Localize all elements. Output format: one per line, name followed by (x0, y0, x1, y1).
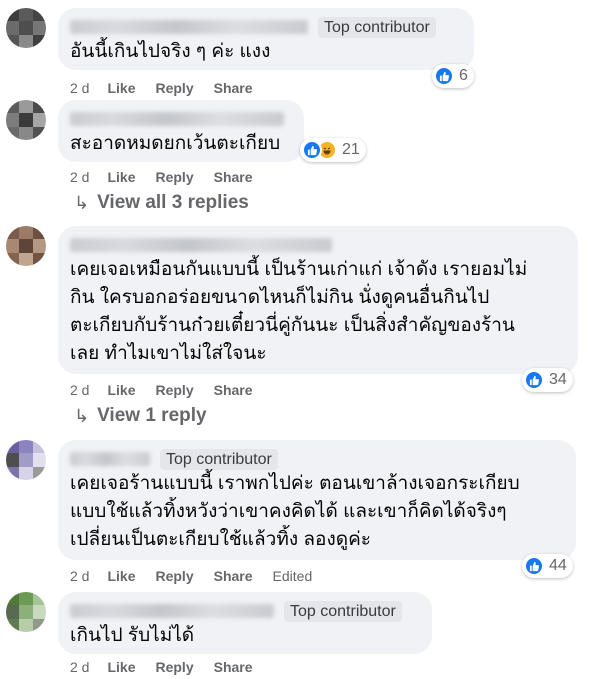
comment-text: เคยเจอเหมือนกันแบบนี้ เป็นร้านเก่าแก่ เจ… (70, 259, 528, 280)
top-contributor-badge: Top contributor (160, 448, 278, 470)
reply-button[interactable]: Reply (155, 168, 193, 186)
share-button[interactable]: Share (214, 168, 253, 186)
avatar[interactable] (6, 226, 46, 266)
view-replies-label: View 1 reply (97, 405, 207, 426)
like-icon (434, 66, 454, 86)
top-contributor-badge: Top contributor (318, 16, 436, 38)
comment-actions: 2 d Like Reply Share (70, 79, 273, 97)
author-name[interactable] (70, 20, 308, 34)
like-icon (524, 556, 544, 576)
comment-text: เปลี่ยนเป็นตะเกียบใช้แล้วทิ้ง ลองดูค่ะ (70, 529, 371, 550)
reaction-count: 21 (342, 141, 360, 158)
comment-text: แบบใช้แล้วทิ้งหวังว่าเขาคงคิดได้ และเขาก… (70, 501, 507, 522)
comment-text: เกินไป รับไม่ได้ (70, 625, 195, 646)
top-contributor-badge: Top contributor (284, 600, 402, 622)
reply-arrow-icon: ↳ (74, 192, 90, 213)
comment-text: สะอาดหมดยกเว้นตะเกียบ (70, 133, 281, 154)
share-button[interactable]: Share (214, 567, 253, 585)
reply-button[interactable]: Reply (155, 381, 193, 399)
share-button[interactable]: Share (214, 79, 253, 97)
comment-text: เคยเจอร้านแบบนี้ เราพกไปค่ะ ตอนเขาล้างเจ… (70, 473, 520, 494)
comment-bubble: Top contributor อันนี้เกินไปจริง ๆ ค่ะ แ… (58, 8, 474, 70)
share-button[interactable]: Share (214, 658, 253, 676)
comment-bubble: เคยเจอเหมือนกันแบบนี้ เป็นร้านเก่าแก่ เจ… (58, 226, 578, 374)
reaction-summary[interactable]: 21 (300, 138, 366, 162)
reaction-count: 34 (549, 371, 567, 388)
reaction-count: 6 (459, 67, 468, 84)
reply-button[interactable]: Reply (155, 567, 193, 585)
comment-text: อันนี้เกินไปจริง ๆ ค่ะ แงง (70, 41, 271, 62)
comment-actions: 2 d Like Reply Share Edited (70, 567, 312, 585)
comment-actions: 2 d Like Reply Share (70, 658, 273, 676)
comment-text: กิน ใครบอกอร่อยขนาดไหนก็ไม่กิน นั่งดูคนอ… (70, 287, 490, 308)
view-replies-link[interactable]: ↳ View 1 reply (74, 405, 207, 427)
share-button[interactable]: Share (214, 381, 253, 399)
author-name[interactable] (70, 452, 150, 466)
view-replies-label: View all 3 replies (97, 192, 249, 213)
comment-text: ตะเกียบกับร้านก๋วยเตี๋ยวนี่คู่กันนะ เป็น… (70, 315, 515, 336)
like-button[interactable]: Like (107, 168, 135, 186)
like-button[interactable]: Like (107, 79, 135, 97)
avatar[interactable] (6, 440, 46, 480)
like-button[interactable]: Like (107, 567, 135, 585)
avatar[interactable] (6, 8, 46, 48)
author-name[interactable] (70, 112, 284, 126)
reply-arrow-icon: ↳ (74, 405, 90, 426)
timestamp[interactable]: 2 d (70, 567, 89, 585)
timestamp[interactable]: 2 d (70, 168, 89, 186)
comment-text: เลย ทำไมเขาไม่ใส่ใจนะ (70, 343, 267, 364)
like-icon (524, 370, 544, 390)
comment-bubble: สะอาดหมดยกเว้นตะเกียบ (58, 100, 304, 162)
timestamp[interactable]: 2 d (70, 79, 89, 97)
reaction-summary[interactable]: 44 (522, 554, 573, 578)
like-icon (302, 140, 322, 160)
timestamp[interactable]: 2 d (70, 381, 89, 399)
avatar[interactable] (6, 100, 46, 140)
reaction-summary[interactable]: 34 (522, 368, 573, 392)
author-name[interactable] (70, 238, 332, 252)
edited-label: Edited (272, 568, 313, 584)
like-button[interactable]: Like (107, 381, 135, 399)
comment-bubble: Top contributor เคยเจอร้านแบบนี้ เราพกไป… (58, 440, 576, 560)
comment-actions: 2 d Like Reply Share (70, 168, 273, 186)
comment-bubble: Top contributor เกินไป รับไม่ได้ (58, 592, 432, 654)
view-replies-link[interactable]: ↳ View all 3 replies (74, 192, 249, 214)
reaction-count: 44 (549, 557, 567, 574)
timestamp[interactable]: 2 d (70, 658, 89, 676)
reply-button[interactable]: Reply (155, 658, 193, 676)
reaction-summary[interactable]: 6 (432, 64, 474, 88)
reply-button[interactable]: Reply (155, 79, 193, 97)
avatar[interactable] (6, 592, 46, 632)
author-name[interactable] (70, 604, 274, 618)
like-button[interactable]: Like (107, 658, 135, 676)
comment-actions: 2 d Like Reply Share (70, 381, 273, 399)
